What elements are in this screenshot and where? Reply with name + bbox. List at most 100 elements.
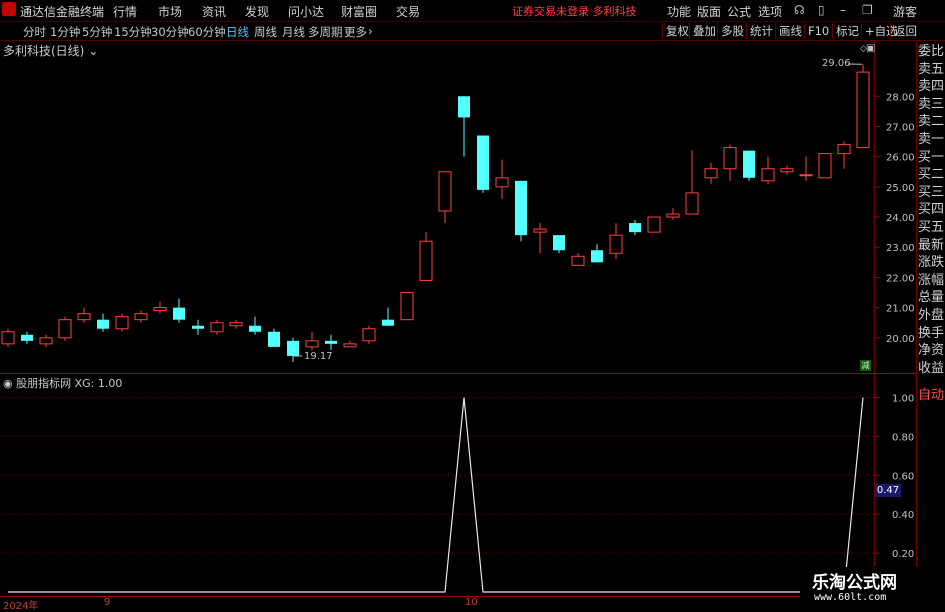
period-timeshare[interactable]: 分时: [23, 24, 46, 40]
tool-overlay[interactable]: 叠加: [689, 23, 716, 39]
price-tick-label: 21.00: [886, 304, 915, 315]
side-panel-item[interactable]: 涨幅: [918, 273, 945, 289]
headset-icon[interactable]: ☊: [794, 3, 805, 17]
candle-body: [363, 329, 375, 341]
max-price-label: 29.06: [822, 58, 851, 69]
menu-function[interactable]: 功能: [667, 3, 691, 20]
price-tick-label: 20.00: [886, 334, 915, 345]
menu-ask[interactable]: 问小达: [288, 3, 324, 20]
side-panel-item[interactable]: 买一: [918, 150, 945, 166]
period-daily[interactable]: 日线: [226, 24, 249, 40]
tool-statistics[interactable]: 统计: [746, 23, 773, 39]
candle-body: [116, 317, 128, 329]
candle-body: [40, 338, 52, 344]
candle-body: [610, 235, 622, 253]
restore-icon[interactable]: ❐: [862, 3, 873, 17]
period-1min[interactable]: 1分钟: [50, 24, 80, 40]
side-panel-border: [916, 40, 917, 603]
period-monthly[interactable]: 月线: [282, 24, 305, 40]
side-panel-item[interactable]: 换手: [918, 326, 945, 342]
date-label-sep: 9: [104, 597, 110, 608]
auto-button[interactable]: 自动: [918, 384, 944, 403]
indicator-header: ◉ 股朋指标网 XG: 1.00: [3, 375, 122, 391]
side-panel-item[interactable]: 卖一: [918, 132, 945, 148]
chart-header: 多利科技(日线) ⌄: [3, 42, 98, 59]
side-panel-item[interactable]: 买五: [918, 220, 945, 236]
tool-multi-stock[interactable]: 多股: [717, 23, 744, 39]
side-panel-item[interactable]: 卖四: [918, 79, 945, 95]
tool-adjust[interactable]: 复权: [662, 23, 689, 39]
watermark-title: 乐淘公式网: [812, 568, 897, 593]
menu-wealth-circle[interactable]: 财富圈: [341, 3, 377, 20]
side-panel-item[interactable]: 卖五: [918, 62, 945, 78]
menu-discover[interactable]: 发现: [245, 3, 269, 20]
panel-separator: [0, 373, 916, 374]
tool-back[interactable]: 返回: [890, 23, 917, 39]
period-30min[interactable]: 30分钟: [151, 24, 189, 40]
kline-chart[interactable]: 28.0027.0026.0025.0024.0023.0022.0021.00…: [0, 0, 945, 609]
side-panel-item[interactable]: 外盘: [918, 308, 945, 324]
side-panel-item[interactable]: 卖三: [918, 97, 945, 113]
price-tick-label: 23.00: [886, 243, 915, 254]
period-weekly[interactable]: 周线: [254, 24, 277, 40]
side-panel-item[interactable]: 收益: [918, 361, 945, 377]
side-panel-item[interactable]: 委比: [918, 44, 945, 60]
chevron-down-icon[interactable]: ⌄: [88, 44, 98, 58]
date-axis: [0, 596, 916, 610]
candle-body: [762, 169, 774, 181]
minimize-icon[interactable]: –: [840, 3, 846, 17]
menu-trade[interactable]: 交易: [396, 3, 420, 20]
menu-layout[interactable]: 版面: [697, 3, 721, 20]
period-5min[interactable]: 5分钟: [82, 24, 112, 40]
date-label-year: 2024年: [3, 597, 38, 612]
price-tick-label: 22.00: [886, 273, 915, 284]
chevron-right-icon[interactable]: ›: [368, 24, 373, 38]
title-bar: 通达信金融终端 行情 市场 资讯 发现 问小达 财富圈 交易 证券交易未登录 多…: [0, 0, 945, 22]
side-panel-item[interactable]: 总量: [918, 290, 945, 306]
price-tick-label: 24.00: [886, 213, 915, 224]
side-panel-item[interactable]: 买三: [918, 185, 945, 201]
candle-body: [534, 229, 546, 232]
candle-body: [591, 250, 603, 262]
period-15min[interactable]: 15分钟: [114, 24, 152, 40]
indicator-tick-label: 0.40: [892, 510, 914, 521]
tool-f10[interactable]: F10: [804, 23, 829, 39]
period-more[interactable]: 更多: [344, 24, 367, 40]
candle-body: [496, 178, 508, 187]
candle-body: [477, 136, 489, 190]
settings-circle-icon[interactable]: ◉: [3, 377, 13, 390]
candle-body: [306, 341, 318, 347]
candle-body: [648, 217, 660, 232]
visitor-label[interactable]: 游客: [893, 3, 917, 20]
tool-draw-line[interactable]: 画线: [775, 23, 802, 39]
menu-options[interactable]: 选项: [758, 3, 782, 20]
period-60min[interactable]: 60分钟: [188, 24, 226, 40]
login-alert[interactable]: 证券交易未登录 多利科技: [512, 3, 637, 19]
candle-body: [515, 181, 527, 235]
side-panel-item[interactable]: 买四: [918, 202, 945, 218]
tool-mark[interactable]: 标记: [832, 23, 859, 39]
side-panel-item[interactable]: 涨跌: [918, 255, 945, 271]
menu-news[interactable]: 资讯: [202, 3, 226, 20]
candle-body: [135, 314, 147, 320]
watermark-url: www.60lt.com: [814, 592, 886, 603]
side-panel-item[interactable]: 买二: [918, 167, 945, 183]
indicator-tick-label: 0.20: [892, 549, 914, 560]
current-value-label: 0.47: [875, 484, 901, 497]
candle-body: [401, 293, 413, 320]
menu-market[interactable]: 市场: [158, 3, 182, 20]
menu-market-quotes[interactable]: 行情: [113, 3, 137, 20]
panel-toggle-icon[interactable]: ▣: [866, 43, 875, 54]
side-panel-item[interactable]: 最新: [918, 238, 945, 254]
candle-body: [97, 320, 109, 329]
candle-body: [743, 151, 755, 178]
side-panel-item[interactable]: 卖二: [918, 114, 945, 130]
indicator-tick-label: 0.80: [892, 432, 914, 443]
period-multi[interactable]: 多周期: [308, 24, 343, 40]
candle-body: [173, 308, 185, 320]
price-axis-line: [874, 40, 875, 603]
menu-formula[interactable]: 公式: [727, 3, 751, 20]
candle-body: [439, 172, 451, 211]
side-panel-item[interactable]: 净资: [918, 343, 945, 359]
mobile-icon[interactable]: ▯: [818, 3, 825, 17]
